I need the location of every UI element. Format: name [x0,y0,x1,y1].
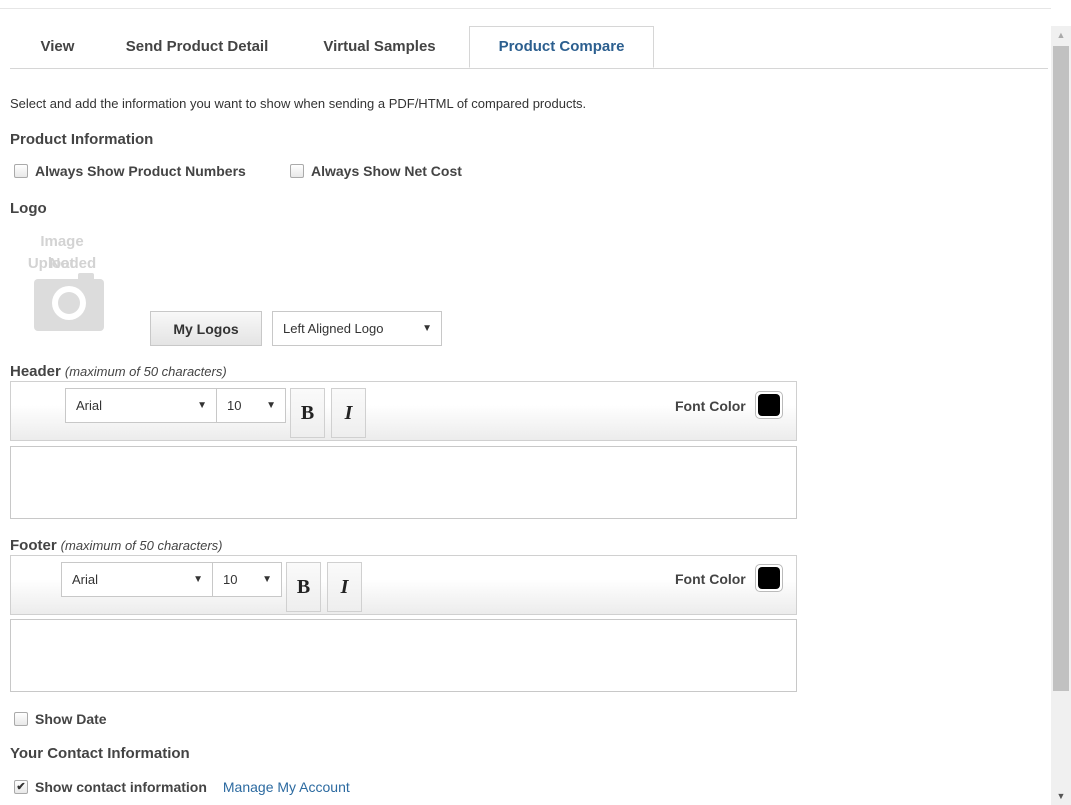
scrollbar-thumb[interactable] [1053,46,1069,691]
header-italic-button[interactable]: I [331,388,366,438]
header-note: (maximum of 50 characters) [64,364,227,379]
header-bold-button[interactable]: B [290,388,325,438]
logo-alignment-select[interactable]: Left Aligned Logo ▼ [272,311,442,346]
checkbox-icon[interactable] [290,164,304,178]
manage-my-account-link[interactable]: Manage My Account [223,779,350,795]
chevron-down-icon: ▼ [193,574,203,585]
my-logos-button[interactable]: My Logos [150,311,262,346]
header-size-value: 10 [227,398,242,413]
always-show-product-numbers-label: Always Show Product Numbers [35,163,246,179]
show-date[interactable]: Show Date [14,711,107,727]
chevron-down-icon: ▼ [197,400,207,411]
header-label: Header [10,363,61,380]
header-toolbar: Arial ▼ 10 ▼ B I Font Color [10,381,797,441]
footer-text-area[interactable] [10,619,797,692]
logo-placeholder: Image Not Uploaded [26,231,116,336]
chevron-down-icon: ▼ [422,323,432,334]
always-show-product-numbers[interactable]: Always Show Product Numbers [14,163,246,179]
footer-italic-button[interactable]: I [327,562,362,612]
checkbox-icon[interactable] [14,164,28,178]
chevron-down-icon: ▼ [262,574,272,585]
checkbox-icon[interactable] [14,712,28,726]
vertical-scrollbar[interactable]: ▲ ▼ [1051,26,1071,805]
product-compare-panel: View Send Product Detail Virtual Samples… [0,0,1051,805]
footer-toolbar: Arial ▼ 10 ▼ B I Font Color [10,555,797,615]
logo-alignment-value: Left Aligned Logo [283,321,384,336]
footer-size-value: 10 [223,572,238,587]
tab-view[interactable]: View [10,26,105,68]
footer-font-value: Arial [72,572,99,587]
camera-icon [34,273,104,331]
footer-font-color-label: Font Color [675,571,746,587]
tab-bar: View Send Product Detail Virtual Samples… [10,26,1048,69]
scroll-up-icon[interactable]: ▲ [1051,26,1071,44]
tab-virtual-samples[interactable]: Virtual Samples [302,26,457,68]
logo-title: Logo [10,200,47,217]
intro-text: Select and add the information you want … [10,96,587,111]
footer-font-color-swatch[interactable] [755,564,783,592]
footer-label: Footer [10,537,57,554]
header-label-row: Header (maximum of 50 characters) [10,363,227,380]
contact-information-title: Your Contact Information [10,745,190,762]
header-font-color-swatch[interactable] [755,391,783,419]
header-font-select[interactable]: Arial ▼ [65,388,217,423]
product-information-title: Product Information [10,131,154,148]
show-contact-information-label: Show contact information [35,779,207,795]
footer-note: (maximum of 50 characters) [60,538,223,553]
header-font-value: Arial [76,398,103,413]
tab-send-product-detail[interactable]: Send Product Detail [108,26,286,68]
tab-product-compare[interactable]: Product Compare [469,26,654,68]
show-date-label: Show Date [35,711,107,727]
logo-placeholder-line2: Uploaded [27,255,97,272]
footer-bold-button[interactable]: B [286,562,321,612]
header-text-area[interactable] [10,446,797,519]
header-font-color-label: Font Color [675,398,746,414]
always-show-net-cost-label: Always Show Net Cost [311,163,462,179]
footer-font-select[interactable]: Arial ▼ [61,562,213,597]
header-size-select[interactable]: 10 ▼ [216,388,286,423]
scroll-down-icon[interactable]: ▼ [1051,787,1071,805]
always-show-net-cost[interactable]: Always Show Net Cost [290,163,462,179]
footer-size-select[interactable]: 10 ▼ [212,562,282,597]
check-icon[interactable]: ✔ [14,780,28,794]
chevron-down-icon: ▼ [266,400,276,411]
footer-label-row: Footer (maximum of 50 characters) [10,537,223,554]
show-contact-information[interactable]: ✔ Show contact information Manage My Acc… [14,779,350,795]
